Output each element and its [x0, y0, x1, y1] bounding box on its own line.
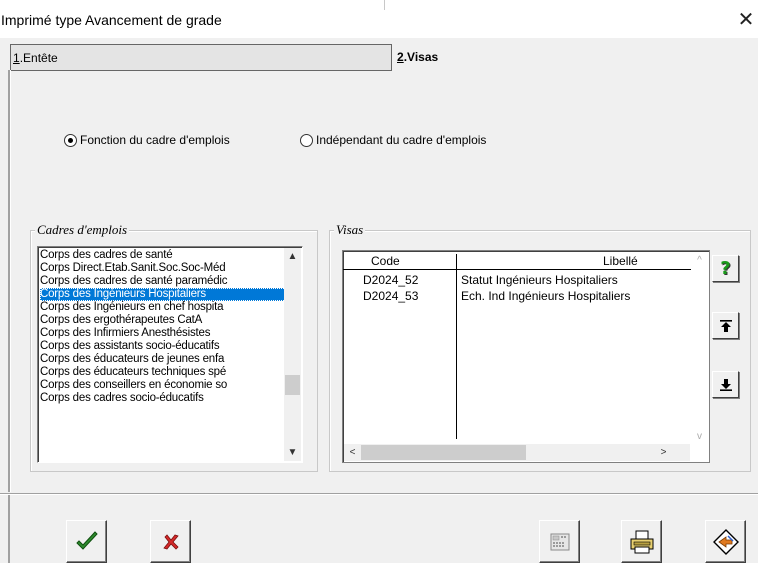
move-up-icon [719, 319, 732, 332]
radio-independant-cadre[interactable]: Indépendant du cadre d'emplois [300, 133, 486, 147]
panel-left-edge-highlight [10, 70, 11, 492]
exit-button[interactable] [705, 520, 746, 563]
list-item[interactable]: Corps des assistants socio-éducatifs [40, 340, 286, 353]
grid-column-divider [456, 254, 457, 439]
cell-code[interactable]: D2024_53 [363, 289, 418, 303]
cadres-group-title: Cadres d'emplois [35, 222, 130, 238]
cadres-listbox[interactable]: Corps des cadres de santé Corps Direct.E… [37, 246, 303, 463]
tab-visas-label: Visas [407, 50, 439, 64]
calculator-icon [550, 533, 569, 550]
list-item-selected[interactable]: Corps des Ingénieurs Hospitaliers [40, 288, 286, 301]
calculator-button[interactable] [539, 520, 580, 563]
tab-visas[interactable]: 2.Visas [393, 44, 758, 71]
cadres-group: Cadres d'emplois Corps des cadres de san… [30, 222, 318, 472]
radio-fonction-cadre-label: Fonction du cadre d'emplois [80, 133, 230, 147]
ok-button[interactable] [66, 520, 107, 563]
scroll-thumb[interactable] [285, 375, 300, 395]
cancel-button[interactable] [150, 520, 191, 563]
grid-vertical-scrollbar[interactable]: ^ v [691, 252, 708, 445]
help-icon: ? [720, 258, 731, 279]
scroll-up-arrow-icon[interactable]: ▲ [284, 248, 301, 265]
list-item[interactable]: Corps des éducateurs techniques spé [40, 366, 286, 379]
tab-entete-key: 1 [13, 51, 20, 65]
scroll-down-arrow-icon[interactable]: ▼ [284, 444, 301, 461]
list-item[interactable]: Corps des éducateurs de jeunes enfa [40, 353, 286, 366]
print-button[interactable] [621, 520, 662, 563]
grid-horizontal-scrollbar[interactable]: < > [344, 444, 690, 461]
list-item[interactable]: Corps des ergothérapeutes CatA [40, 314, 286, 327]
move-down-button[interactable] [712, 371, 739, 398]
radio-independant-cadre-dot[interactable] [300, 133, 313, 147]
move-up-button[interactable] [712, 312, 739, 339]
dialog-window: Imprimé type Avancement de grade ✕ 1.Ent… [0, 0, 758, 563]
checkmark-icon [75, 530, 98, 550]
visas-group-title: Visas [334, 222, 366, 238]
list-item[interactable]: Corps des cadres socio-éducatifs [40, 392, 286, 405]
tab-entete-label: Entête [23, 51, 58, 65]
grid-hscroll-thumb[interactable] [361, 445, 526, 460]
list-item[interactable]: Corps des Ingénieurs en chef hospita [40, 301, 286, 314]
title-bar: Imprimé type Avancement de grade ✕ [0, 0, 758, 38]
list-item[interactable]: Corps des conseillers en économie so [40, 379, 286, 392]
grid-scroll-left-icon[interactable]: < [344, 444, 361, 461]
bottom-left-edge [8, 495, 10, 563]
radio-fonction-cadre-dot[interactable] [64, 133, 77, 147]
window-title: Imprimé type Avancement de grade [1, 12, 222, 28]
bottom-separator [0, 493, 758, 495]
visas-group: Visas Code Libellé D2024_52 Statut Ingén… [329, 222, 751, 472]
list-item[interactable]: Corps des cadres de santé paramédic [40, 275, 286, 288]
list-item[interactable]: Corps des Infirmiers Anesthésistes [40, 327, 286, 340]
help-button[interactable]: ? [712, 255, 739, 282]
tab-visas-key: 2 [397, 50, 404, 64]
move-down-icon [719, 378, 732, 391]
close-button[interactable]: ✕ [734, 8, 758, 32]
col-header-code[interactable]: Code [371, 254, 400, 268]
exit-icon [712, 528, 739, 555]
cadres-scrollbar[interactable]: ▲ ▼ [284, 248, 301, 461]
col-header-libelle[interactable]: Libellé [603, 254, 638, 268]
grid-header-line [343, 269, 691, 270]
title-separator [384, 0, 385, 10]
grid-scroll-up-icon[interactable]: ^ [691, 252, 708, 269]
printer-icon [630, 530, 653, 553]
grid-scroll-right-icon[interactable]: > [655, 444, 672, 461]
radio-fonction-cadre[interactable]: Fonction du cadre d'emplois [64, 133, 230, 147]
radio-independant-cadre-label: Indépendant du cadre d'emplois [316, 133, 487, 147]
tab-entete[interactable]: 1.Entête [10, 44, 392, 71]
grid-scroll-down-icon[interactable]: v [691, 428, 708, 445]
visas-grid[interactable]: Code Libellé D2024_52 Statut Ingénieurs … [342, 250, 710, 463]
list-item[interactable]: Corps des cadres de santé [40, 249, 286, 262]
x-icon [162, 533, 179, 550]
cell-libelle[interactable]: Statut Ingénieurs Hospitaliers [461, 273, 618, 287]
cell-libelle[interactable]: Ech. Ind Ingénieurs Hospitaliers [461, 289, 630, 303]
list-item[interactable]: Corps Direct.Etab.Sanit.Soc.Soc-Méd [40, 262, 286, 275]
cell-code[interactable]: D2024_52 [363, 273, 418, 287]
